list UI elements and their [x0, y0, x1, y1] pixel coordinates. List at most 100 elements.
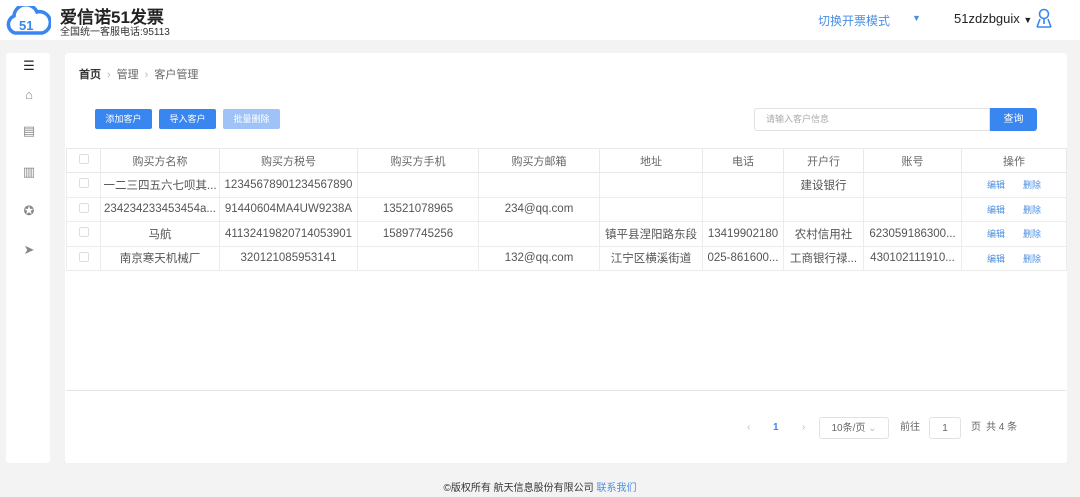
svg-text:51: 51 — [19, 18, 33, 33]
chevron-down-icon: ⌄ — [868, 423, 877, 434]
table-cell — [783, 196, 864, 222]
table-cell: 623059186300... — [863, 221, 962, 247]
hotline: 全国统一客服电话:95113 — [60, 27, 170, 38]
breadcrumb-home[interactable]: 首页 — [79, 69, 101, 81]
page-size-value: 10条/页 — [831, 423, 866, 434]
table-cell: 91440604MA4UW9238A — [219, 196, 358, 222]
footer: ©版权所有 航天信息股份有限公司 联系我们 — [0, 479, 1080, 494]
column-header: 购买方邮箱 — [478, 148, 600, 173]
table-cell: 建设银行 — [783, 172, 864, 198]
table-cell: 025-861600... — [702, 245, 784, 271]
delete-button[interactable]: 删除 — [1023, 229, 1041, 239]
table-cell — [599, 196, 703, 222]
table-row: 一二三四五六七呗其... 12345678901234567890 建设银行 编辑 删除 — [66, 172, 1067, 198]
table-cell: 江宁区横溪街道 — [599, 245, 703, 271]
top-header: 51 爱信诺51发票 全国统一客服电话:95113 切换开票模式 ▼ 51zdz… — [0, 0, 1080, 40]
clipboard-icon[interactable]: ▤ — [22, 124, 36, 138]
copyright: ©版权所有 航天信息股份有限公司 — [443, 483, 594, 494]
table-cell: 工商银行禄... — [783, 245, 864, 271]
username: 51zdzbguix — [954, 11, 1020, 26]
contact-link[interactable]: 联系我们 — [596, 483, 636, 494]
edit-button[interactable]: 编辑 — [987, 229, 1005, 239]
barcode-icon[interactable]: ▥ — [22, 165, 36, 179]
table-cell — [357, 245, 479, 271]
table-cell: 13521078965 — [357, 196, 479, 222]
column-header: 购买方手机 — [357, 148, 479, 173]
table-cell: 镇平县涅阳路东段 — [599, 221, 703, 247]
table-row: 马航 41132419820714053901 15897745256 镇平县涅阳路东… — [66, 221, 1067, 247]
table-cell — [478, 221, 600, 247]
column-header: 开户行 — [783, 148, 864, 173]
table-cell — [702, 172, 784, 198]
table-cell — [702, 196, 784, 222]
table-cell: 320121085953141 — [219, 245, 358, 271]
search-button[interactable]: 查询 — [990, 108, 1037, 131]
table-cell — [357, 172, 479, 198]
column-header: 账号 — [863, 148, 962, 173]
edit-button[interactable]: 编辑 — [987, 180, 1005, 190]
column-header: 地址 — [599, 148, 703, 173]
table-cell: 马航 — [100, 221, 220, 247]
table-cell: 430102111910... — [863, 245, 962, 271]
table-cell: 15897745256 — [357, 221, 479, 247]
edit-button[interactable]: 编辑 — [987, 205, 1005, 215]
search-input[interactable]: 请输入客户信息 — [754, 108, 990, 131]
goto-label: 前往 — [900, 422, 920, 433]
next-page-button[interactable]: › — [802, 417, 805, 439]
home-icon[interactable]: ⌂ — [22, 88, 36, 102]
import-customer-button[interactable]: 导入客户 — [159, 109, 216, 129]
row-checkbox[interactable] — [78, 251, 89, 262]
caret-down-icon: ▼ — [1023, 15, 1033, 25]
breadcrumb-manage[interactable]: 管理 — [117, 69, 139, 81]
table-cell: 13419902180 — [702, 221, 784, 247]
breadcrumb: 首页 › 管理 › 客户管理 — [79, 69, 199, 81]
column-header: 购买方税号 — [219, 148, 358, 173]
row-checkbox[interactable] — [78, 202, 89, 213]
logo-cloud-icon: 51 — [6, 6, 51, 35]
sidebar: ☰ ⌂ ▤ ▥ ✪ ➤ — [6, 53, 50, 463]
row-checkbox[interactable] — [78, 227, 89, 238]
settings-icon[interactable]: ✪ — [22, 204, 36, 218]
add-customer-button[interactable]: 添加客户 — [95, 109, 152, 129]
table-row: 南京寒天机械厂 320121085953141 132@qq.com 江宁区横溪街道 0… — [66, 245, 1067, 271]
table-cell — [599, 172, 703, 198]
switch-mode-dropdown[interactable]: 切换开票模式 — [818, 12, 890, 29]
customer-table: 购买方名称 购买方税号 购买方手机 购买方邮箱 地址 电话 开户行 账号 操作 … — [66, 148, 1067, 271]
table-header: 购买方名称 购买方税号 购买方手机 购买方邮箱 地址 电话 开户行 账号 操作 — [66, 148, 1067, 173]
column-header: 电话 — [702, 148, 784, 173]
table-cell: 12345678901234567890 — [219, 172, 358, 198]
table-cell: 一二三四五六七呗其... — [100, 172, 220, 198]
goto-page-input[interactable]: 1 — [929, 417, 961, 439]
table-cell: 234@qq.com — [478, 196, 600, 222]
batch-delete-button[interactable]: 批量删除 — [223, 109, 280, 129]
user-menu[interactable]: 51zdzbguix ▼ — [954, 11, 1032, 26]
row-checkbox[interactable] — [78, 178, 89, 189]
table-cell: 南京寒天机械厂 — [100, 245, 220, 271]
table-cell: 132@qq.com — [478, 245, 600, 271]
delete-button[interactable]: 删除 — [1023, 254, 1041, 264]
column-header: 操作 — [961, 148, 1067, 173]
user-icon[interactable] — [1035, 8, 1053, 28]
send-icon[interactable]: ➤ — [22, 243, 36, 257]
delete-button[interactable]: 删除 — [1023, 205, 1041, 215]
column-header: 购买方名称 — [100, 148, 220, 173]
table-row: 234234233453454a... 91440604MA4UW9238A 135… — [66, 196, 1067, 222]
page-suffix: 页 — [971, 422, 981, 433]
table-bottom-border — [66, 390, 1066, 391]
edit-button[interactable]: 编辑 — [987, 254, 1005, 264]
table-cell — [863, 196, 962, 222]
delete-button[interactable]: 删除 — [1023, 180, 1041, 190]
table-cell — [863, 172, 962, 198]
table-cell — [478, 172, 600, 198]
caret-down-icon[interactable]: ▼ — [912, 13, 921, 23]
prev-page-button[interactable]: ‹ — [747, 417, 750, 439]
menu-toggle-icon[interactable]: ☰ — [22, 59, 36, 73]
page-size-select[interactable]: 10条/页 ⌄ — [819, 417, 889, 439]
page-number[interactable]: 1 — [773, 417, 779, 439]
total-count: 共 4 条 — [986, 422, 1018, 433]
select-all-checkbox[interactable] — [78, 154, 89, 164]
table-cell: 41132419820714053901 — [219, 221, 358, 247]
breadcrumb-current: 客户管理 — [154, 69, 199, 81]
table-cell: 234234233453454a... — [100, 196, 220, 222]
table-cell: 农村信用社 — [783, 221, 864, 247]
